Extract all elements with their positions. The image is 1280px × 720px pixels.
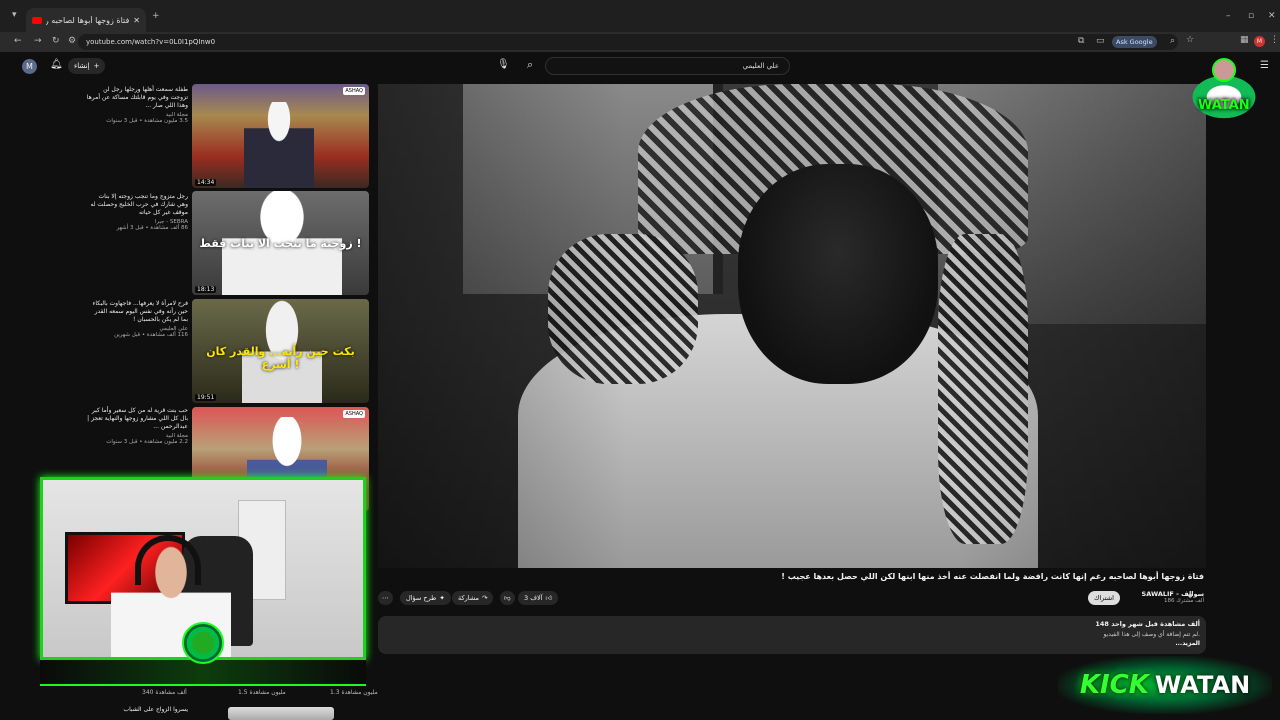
plus-icon: + (93, 62, 100, 70)
video-title: يسروا الزواج على الشباب (123, 706, 188, 713)
close-tab-icon[interactable]: ✕ (133, 16, 140, 25)
logo-face (1212, 58, 1236, 82)
translate-icon[interactable]: ⧉ (1078, 36, 1084, 46)
like-button[interactable]: 3 آلاف 👍︎ (518, 591, 559, 605)
close-window-icon[interactable]: ✕ (1268, 11, 1276, 21)
dislike-button[interactable]: 👎︎ (500, 591, 515, 605)
logo-text: WATAN (1198, 98, 1250, 113)
video-thumbnail[interactable]: ASHAQ 14:34 (192, 84, 369, 188)
watan-text: WATAN (1154, 671, 1251, 699)
zoom-icon[interactable]: ⌕ (1170, 36, 1175, 46)
share-button[interactable]: مشاركة ↷ (452, 591, 494, 605)
tab-title: فتاة زوجها أبوها لصاحبه رغم (46, 15, 130, 25)
streamer-logo (182, 622, 224, 664)
video-title: فرح لامرأة لا يعرفها... فاجهاوت بالبكاء … (92, 300, 188, 323)
list-item[interactable]: رجل متزوج وما تنجب زوجته إلا بنات وهي شا… (86, 193, 188, 231)
duration: 14:34 (195, 179, 217, 186)
search-input[interactable]: علي العليمي (545, 57, 790, 75)
channel-logo: ASHAQ (343, 410, 365, 418)
video-stats: 3.5 مليون مشاهدة • قبل 3 سنوات (106, 118, 188, 124)
subscribe-label: اشتراك (1094, 594, 1114, 602)
channel-name: SAWALIF - سوالف (1141, 590, 1204, 598)
video-title: طفلة سمعت أهلها ورجلها رجل لن تزوجت وفي … (86, 86, 188, 109)
more-icon: ⋯ (382, 594, 389, 602)
share-label: مشاركة (458, 594, 479, 602)
maximize-icon[interactable]: ▫ (1248, 11, 1254, 21)
url-text: youtube.com/watch?v=0L0I1pQInw0 (86, 38, 216, 46)
forward-icon[interactable]: → (34, 36, 42, 46)
bookmark-star-icon[interactable]: ☆ (1186, 35, 1194, 45)
list-item[interactable]: فرح لامرأة لا يعرفها... فاجهاوت بالبكاء … (86, 300, 188, 338)
video-frame (378, 84, 1206, 568)
cast-icon[interactable]: ▭ (1096, 36, 1105, 46)
search-icon[interactable]: ⌕ (527, 58, 533, 72)
ask-label: طرح سؤال (406, 594, 437, 602)
views-date: 148 ألف مشاهدة قبل شهر واحد (1095, 620, 1200, 628)
browser-tab-bar: ▾ فتاة زوجها أبوها لصاحبه رغم ✕ + – ▫ ✕ (0, 0, 1280, 32)
video-title: فتاة زوجها أبوها لصاحبه رغم إنها كانت را… (781, 572, 1204, 581)
person-image (244, 102, 314, 188)
subscriber-count: 186 ألف مشترك (1164, 598, 1204, 604)
video-title: رجل متزوج وما تنجب زوجته إلا بنات وهي شا… (90, 193, 188, 216)
duration: 19:51 (195, 394, 217, 401)
video-thumbnail[interactable]: زوجتة ما تنجب الا بنات فقط ! 18:13 (192, 191, 369, 295)
channel-avatar[interactable]: ● (1188, 593, 1192, 599)
ask-google-label: Ask Google (1116, 38, 1153, 46)
thumbnail-caption: بكت حين رأته... والقدر كان أسرع ! (206, 345, 355, 371)
list-item[interactable]: طفلة سمعت أهلها ورجلها رجل لن تزوجت وفي … (86, 86, 188, 124)
sparkle-icon: ✦ (439, 594, 445, 602)
ask-google-button[interactable]: Ask Google (1112, 36, 1157, 48)
youtube-avatar[interactable]: M (22, 59, 37, 74)
video-stats: 86 ألف مشاهدة • قبل 3 أشهر (116, 225, 188, 231)
video-thumbnail[interactable]: بكت حين رأته... والقدر كان أسرع ! 19:51 (192, 299, 369, 403)
like-count: 3 آلاف (524, 594, 543, 602)
ask-button[interactable]: طرح سؤال ✦ (400, 591, 451, 605)
thumbnail-caption: زوجتة ما تنجب الا بنات فقط ! (199, 237, 362, 250)
minimize-icon[interactable]: – (1226, 11, 1231, 21)
create-label: إنشاء (74, 62, 90, 70)
extension-icon[interactable]: ▦ (1240, 35, 1249, 45)
kick-text: KICK (1079, 670, 1149, 700)
site-info-icon[interactable]: ⚙ (68, 36, 76, 46)
tab-menu-icon[interactable]: ▾ (12, 10, 17, 20)
streamer-logo: WATAN (1176, 58, 1270, 128)
video-stats: 116 ألف مشاهدة • قبل شهرين (114, 332, 188, 338)
url-input[interactable]: youtube.com/watch?v=0L0I1pQInw0 (78, 34, 1178, 50)
description-box[interactable]: 148 ألف مشاهدة قبل شهر واحد لم تتم إضافة… (378, 616, 1206, 654)
profile-avatar[interactable]: M (1254, 36, 1265, 47)
description-text: لم تتم إضافة أي وصف إلى هذا الفيديو. (1103, 631, 1200, 638)
more-actions-button[interactable]: ⋯ (378, 591, 393, 605)
duration: 18:13 (195, 286, 217, 293)
channel-info[interactable]: SAWALIF - سوالف 186 ألف مشترك (1130, 590, 1204, 604)
browser-tab[interactable]: فتاة زوجها أبوها لصاحبه رغم ✕ (26, 8, 146, 32)
video-player[interactable] (378, 84, 1206, 568)
notifications-bell-icon[interactable]: 🔔︎ (50, 59, 63, 70)
chrome-menu-icon[interactable]: ⋮ (1270, 35, 1279, 45)
video-thumbnail[interactable] (228, 707, 334, 720)
list-item[interactable]: حب بنت قرية له من كل سعير وأما كبر بال ك… (86, 407, 188, 445)
create-button[interactable]: إنشاء + (68, 58, 106, 74)
video-title: حب بنت قرية له من كل سعير وأما كبر بال ك… (87, 407, 188, 430)
voice-search-icon[interactable]: 🎙︎ (497, 59, 510, 70)
back-icon[interactable]: ← (14, 36, 22, 46)
video-stats: 2.2 مليون مشاهدة • قبل 3 سنوات (106, 439, 188, 445)
thumbs-up-icon: 👍︎ (545, 594, 553, 602)
show-more-link[interactable]: ...المزيد (1175, 640, 1200, 647)
kick-watan-badge: KICK WATAN (1058, 656, 1272, 714)
video-stats: 1.5 مليون مشاهدة (238, 689, 286, 696)
subscribe-button[interactable]: اشتراك (1088, 591, 1120, 605)
video-stats: 1.3 مليون مشاهدة (330, 689, 378, 696)
youtube-favicon-icon (32, 16, 42, 24)
video-stats: 340 ألف مشاهدة (142, 689, 187, 696)
thumbs-down-icon: 👎︎ (504, 594, 511, 602)
reload-icon[interactable]: ↻ (52, 36, 60, 46)
search-value: علي العليمي (742, 62, 779, 70)
new-tab-icon[interactable]: + (152, 11, 160, 21)
channel-logo: ASHAQ (343, 87, 365, 95)
share-icon: ↷ (481, 594, 488, 602)
